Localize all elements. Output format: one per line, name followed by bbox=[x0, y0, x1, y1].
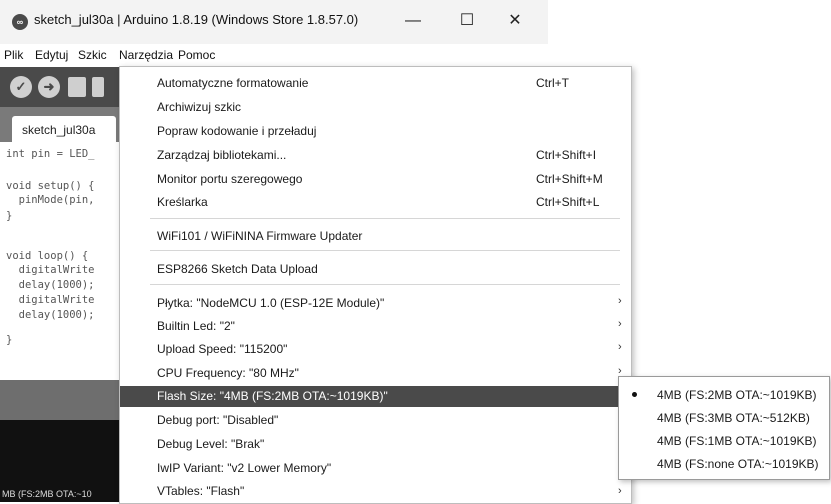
menu-item-lwip-variant[interactable]: IwIP Variant: "v2 Lower Memory" bbox=[157, 461, 331, 475]
flash-option[interactable]: 4MB (FS:3MB OTA:~512KB) bbox=[657, 411, 810, 425]
flash-option[interactable]: 4MB (FS:none OTA:~1019KB) bbox=[657, 457, 819, 471]
verify-button-icon[interactable]: ✓ bbox=[10, 76, 32, 98]
menu-item-flash-size[interactable]: Flash Size: "4MB (FS:2MB OTA:~1019KB)" bbox=[157, 389, 388, 403]
menu-item-auto-format[interactable]: Automatyczne formatowanie bbox=[157, 76, 308, 90]
menu-separator bbox=[150, 218, 620, 219]
menu-item-serial-plotter[interactable]: Kreślarka bbox=[157, 195, 208, 209]
code-line: digitalWrite bbox=[6, 264, 95, 276]
code-line: void loop() { bbox=[6, 250, 89, 262]
flash-option[interactable]: 4MB (FS:2MB OTA:~1019KB) bbox=[657, 388, 817, 402]
menu-item-serial-monitor[interactable]: Monitor portu szeregowego bbox=[157, 172, 302, 186]
tab-label: sketch_jul30a bbox=[22, 123, 96, 137]
menu-edit[interactable]: Edytuj bbox=[35, 48, 68, 62]
menu-item-esp-data-upload[interactable]: ESP8266 Sketch Data Upload bbox=[157, 262, 318, 276]
flash-option[interactable]: 4MB (FS:1MB OTA:~1019KB) bbox=[657, 434, 817, 448]
new-file-icon[interactable] bbox=[68, 77, 86, 97]
code-line: void setup() { bbox=[6, 180, 95, 192]
submenu-arrow-icon: › bbox=[618, 295, 622, 307]
minimize-button[interactable]: — bbox=[398, 8, 428, 34]
menu-item-board[interactable]: Płytka: "NodeMCU 1.0 (ESP-12E Module)" bbox=[157, 296, 384, 310]
menu-item-archive-sketch[interactable]: Archiwizuj szkic bbox=[157, 100, 241, 114]
close-button[interactable]: ✕ bbox=[500, 8, 530, 34]
upload-button-icon[interactable]: ➜ bbox=[38, 76, 60, 98]
menu-item-vtables[interactable]: VTables: "Flash" bbox=[157, 484, 244, 498]
submenu-arrow-icon: › bbox=[618, 485, 622, 497]
menu-separator bbox=[150, 284, 620, 285]
submenu-arrow-icon: › bbox=[618, 318, 622, 330]
open-file-icon[interactable] bbox=[92, 77, 104, 97]
menu-help[interactable]: Pomoc bbox=[178, 48, 215, 62]
code-line: int pin = LED_ bbox=[6, 148, 95, 160]
maximize-button[interactable]: ☐ bbox=[452, 8, 482, 34]
menu-file[interactable]: Plik bbox=[4, 48, 23, 62]
code-line: delay(1000); bbox=[6, 279, 95, 291]
code-line: pinMode(pin, bbox=[6, 194, 95, 206]
menu-tools[interactable]: Narzędzia bbox=[119, 48, 173, 62]
menu-item-debug-port[interactable]: Debug port: "Disabled" bbox=[157, 413, 278, 427]
menu-separator bbox=[150, 250, 620, 251]
arduino-logo-icon: ∞ bbox=[12, 14, 28, 30]
menu-item-debug-level[interactable]: Debug Level: "Brak" bbox=[157, 437, 264, 451]
menu-item-cpu-frequency[interactable]: CPU Frequency: "80 MHz" bbox=[157, 366, 299, 380]
menu-sketch[interactable]: Szkic bbox=[78, 48, 107, 62]
shortcut-serial-plotter: Ctrl+Shift+L bbox=[536, 195, 600, 209]
window-title: sketch_jul30a | Arduino 1.8.19 (Windows … bbox=[34, 12, 359, 27]
menu-item-builtin-led[interactable]: Builtin Led: "2" bbox=[157, 319, 235, 333]
selected-radio-icon bbox=[632, 392, 637, 397]
submenu-arrow-icon: › bbox=[618, 341, 622, 353]
code-line: } bbox=[6, 210, 13, 222]
menu-item-fix-encoding[interactable]: Popraw kodowanie i przeładuj bbox=[157, 124, 316, 138]
menu-item-manage-libraries[interactable]: Zarządzaj bibliotekami... bbox=[157, 148, 286, 162]
code-line: delay(1000); bbox=[6, 309, 95, 321]
code-line: } bbox=[6, 334, 13, 346]
shortcut-serial-monitor: Ctrl+Shift+M bbox=[536, 172, 603, 186]
status-bar-text: MB (FS:2MB OTA:~10 bbox=[2, 489, 92, 499]
menu-item-upload-speed[interactable]: Upload Speed: "115200" bbox=[157, 342, 287, 356]
code-line: digitalWrite bbox=[6, 294, 95, 306]
shortcut-auto-format: Ctrl+T bbox=[536, 76, 569, 90]
shortcut-manage-libraries: Ctrl+Shift+I bbox=[536, 148, 597, 162]
menu-item-firmware-updater[interactable]: WiFi101 / WiFiNINA Firmware Updater bbox=[157, 229, 362, 243]
